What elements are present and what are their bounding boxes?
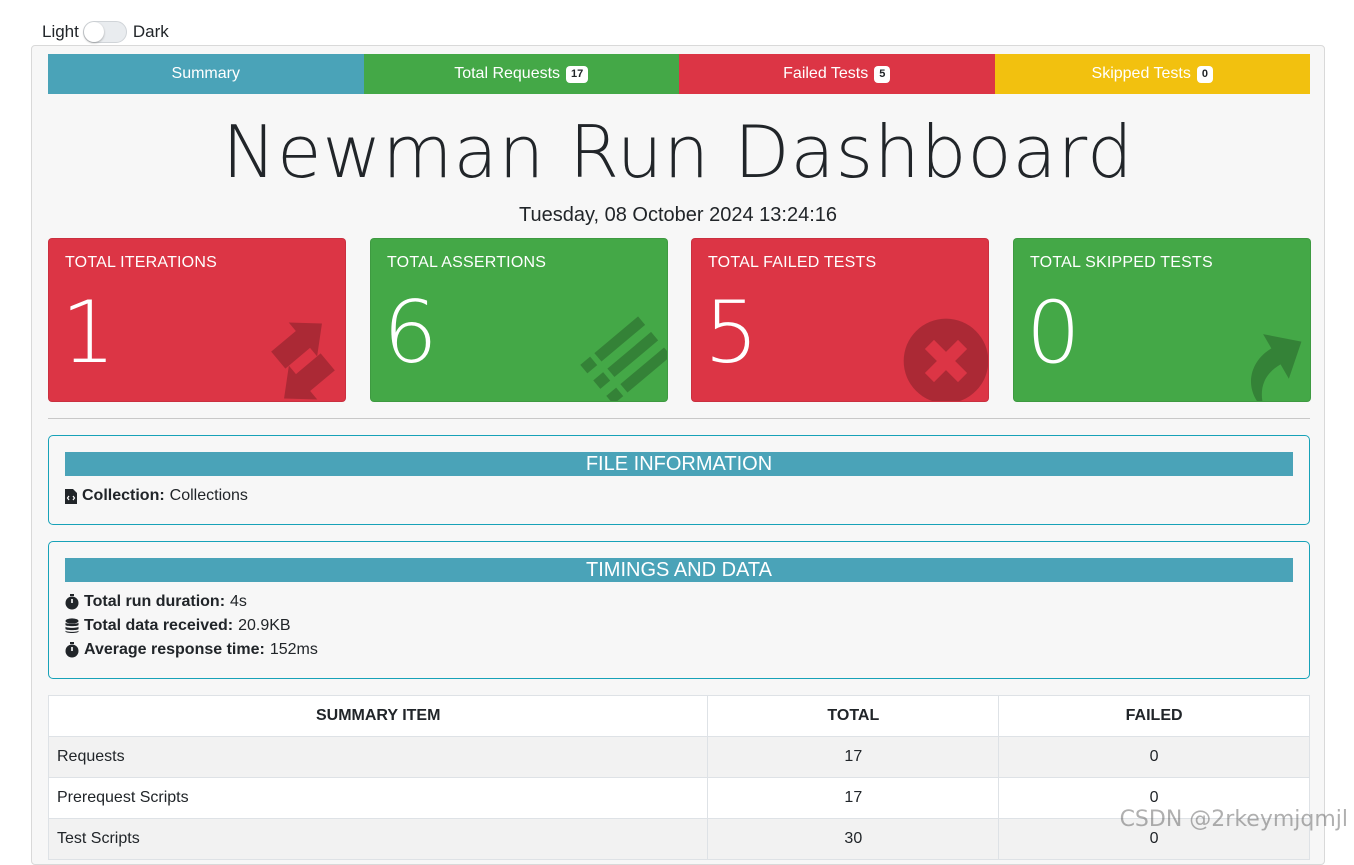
row-failed: 0: [998, 736, 1310, 778]
collection-value: Collections: [169, 487, 248, 504]
card-value: 5: [704, 283, 759, 383]
data-received-label: Total data received:: [84, 617, 234, 634]
row-total: 30: [707, 818, 1000, 860]
row-total: 17: [707, 777, 1000, 819]
list-icon: [580, 316, 667, 401]
timings-data-heading: TIMINGS AND DATA: [65, 558, 1293, 582]
switch-knob: [83, 22, 104, 42]
card-total-assertions: TOTAL ASSERTIONS 6: [370, 238, 668, 402]
file-information-panel: FILE INFORMATION Collection: Collections: [48, 435, 1310, 525]
file-code-icon: [65, 488, 77, 504]
data-received-value: 20.9KB: [238, 617, 291, 634]
tab-failed-tests[interactable]: Failed Tests 5: [679, 54, 995, 94]
collection-label: Collection:: [82, 487, 165, 504]
tab-failed-tests-label: Failed Tests: [783, 65, 869, 82]
light-label: Light: [42, 22, 79, 41]
share-arrow-icon: [1250, 334, 1302, 401]
file-information-heading: FILE INFORMATION: [65, 452, 1293, 476]
header-failed: FAILED: [998, 695, 1310, 737]
row-item: Prerequest Scripts: [47, 777, 709, 819]
avg-response-value: 152ms: [269, 641, 318, 658]
tab-summary[interactable]: Summary: [48, 54, 364, 94]
theme-toggle: Light Dark: [42, 19, 169, 45]
total-requests-badge: 17: [566, 65, 589, 83]
times-circle-icon: [903, 318, 988, 401]
page-title: Newman Run Dashboard: [222, 110, 1134, 194]
card-total-skipped-tests: TOTAL SKIPPED TESTS 0: [1013, 238, 1311, 402]
header-summary-item: SUMMARY ITEM: [47, 695, 709, 737]
stopwatch-icon: [65, 642, 79, 658]
row-total: 17: [707, 736, 1000, 778]
database-icon: [65, 618, 79, 633]
nav-tabs: Summary Total Requests 17 Failed Tests 5 S…: [48, 54, 1310, 94]
avg-response-row: Average response time: 152ms: [65, 638, 1309, 662]
table-row: Requests 17 0: [47, 736, 1310, 778]
watermark: CSDN @2rkeymjqmjl: [1119, 807, 1348, 832]
table-header-row: SUMMARY ITEM TOTAL FAILED: [47, 695, 1310, 737]
theme-switch[interactable]: [82, 21, 127, 43]
divider: [48, 418, 1310, 419]
tab-skipped-tests-label: Skipped Tests: [1091, 65, 1191, 82]
dashboard-container: Summary Total Requests 17 Failed Tests 5 S…: [31, 45, 1325, 865]
run-duration-row: Total run duration: 4s: [65, 590, 1309, 614]
tab-skipped-tests[interactable]: Skipped Tests 0: [994, 54, 1310, 94]
card-label: TOTAL ITERATIONS: [65, 254, 217, 271]
tab-summary-label: Summary: [171, 65, 240, 82]
summary-table: SUMMARY ITEM TOTAL FAILED Requests 17 0 …: [47, 695, 1310, 860]
row-item: Test Scripts: [47, 818, 709, 860]
run-duration-value: 4s: [230, 593, 247, 610]
run-duration-label: Total run duration:: [84, 593, 226, 610]
card-label: TOTAL SKIPPED TESTS: [1030, 254, 1213, 271]
card-value: 1: [61, 283, 116, 383]
avg-response-label: Average response time:: [84, 641, 265, 658]
card-value: 6: [383, 283, 438, 383]
card-total-failed-tests: TOTAL FAILED TESTS 5: [691, 238, 989, 402]
card-total-iterations: TOTAL ITERATIONS 1: [48, 238, 346, 402]
tab-total-requests[interactable]: Total Requests 17: [363, 54, 679, 94]
refresh-icon: [271, 322, 335, 400]
dark-label: Dark: [132, 22, 169, 41]
card-label: TOTAL FAILED TESTS: [708, 254, 877, 271]
run-timestamp: Tuesday, 08 October 2024 13:24:16: [519, 204, 837, 226]
card-label: TOTAL ASSERTIONS: [387, 254, 547, 271]
timings-data-panel: TIMINGS AND DATA Total run duration: 4s …: [48, 541, 1310, 679]
stopwatch-icon: [65, 594, 79, 610]
row-item: Requests: [47, 736, 709, 778]
data-received-row: Total data received: 20.9KB: [65, 614, 1309, 638]
failed-tests-badge: 5: [874, 65, 891, 83]
header-total: TOTAL: [707, 695, 1000, 737]
card-value: 0: [1026, 283, 1081, 383]
collection-row: Collection: Collections: [65, 484, 1309, 508]
tab-total-requests-label: Total Requests: [454, 65, 561, 82]
skipped-tests-badge: 0: [1196, 65, 1213, 83]
